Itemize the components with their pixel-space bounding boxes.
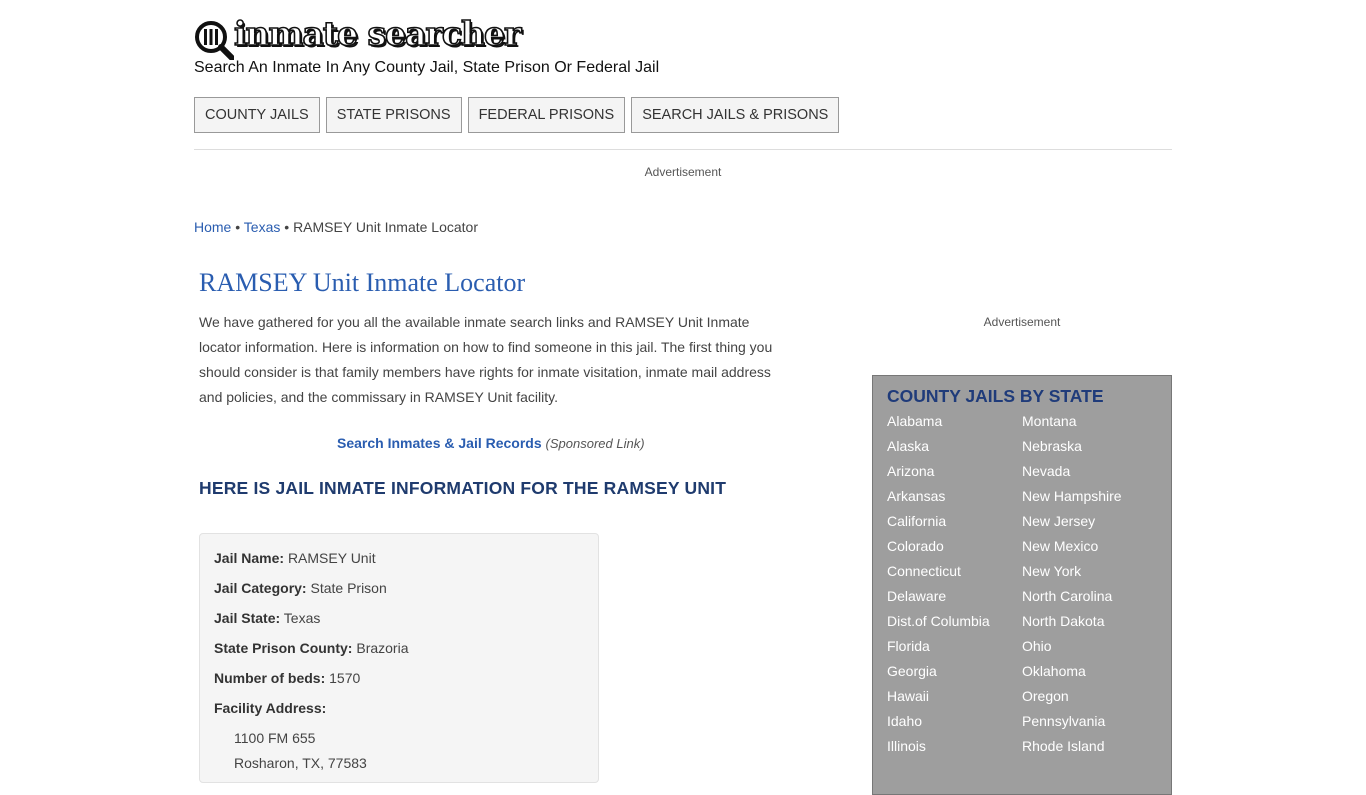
county-row: State Prison County: Brazoria [214,640,584,670]
state-link[interactable]: Montana [1022,413,1157,438]
state-link[interactable]: Delaware [887,588,1022,613]
nav-county-jails[interactable]: COUNTY JAILS [194,97,320,133]
page-title: RAMSEY Unit Inmate Locator [199,268,526,297]
ad-label-top: Advertisement [644,165,722,179]
state-link[interactable]: Pennsylvania [1022,713,1157,738]
intro-paragraph: We have gathered for you all the availab… [199,314,773,405]
jail-name-value: RAMSEY Unit [287,550,376,566]
section-heading: HERE IS JAIL INMATE INFORMATION FOR THE … [199,478,727,498]
state-link[interactable]: North Carolina [1022,588,1157,613]
state-column-2: Montana Nebraska Nevada New Hampshire Ne… [1022,413,1157,763]
breadcrumb: Home • Texas • RAMSEY Unit Inmate Locato… [194,219,478,235]
state-link[interactable]: Oregon [1022,688,1157,713]
address-label-row: Facility Address: [214,700,584,730]
main-nav: COUNTY JAILS STATE PRISONS FEDERAL PRISO… [194,97,840,133]
jail-name-label: Jail Name: [214,550,285,566]
state-link[interactable]: Ohio [1022,638,1157,663]
sidebar-title: COUNTY JAILS BY STATE [887,386,1104,406]
jail-category-label: Jail Category: [214,580,307,596]
nav-state-prisons[interactable]: STATE PRISONS [325,97,462,133]
state-link[interactable]: New York [1022,563,1157,588]
state-link[interactable]: New Hampshire [1022,488,1157,513]
state-link[interactable]: California [887,513,1022,538]
breadcrumb-separator: • [235,219,241,235]
state-list: Alabama Alaska Arizona Arkansas Californ… [887,413,1157,763]
state-link[interactable]: Hawaii [887,688,1022,713]
search-inmates-link[interactable]: Search Inmates & Jail Records [337,435,542,451]
state-link[interactable]: New Jersey [1022,513,1157,538]
address-label: Facility Address: [214,700,327,716]
ad-label-sidebar: Advertisement [983,315,1061,329]
sponsored-link-row: Search Inmates & Jail Records (Sponsored… [337,435,645,451]
state-link[interactable]: Alaska [887,438,1022,463]
site-logo[interactable]: inmate searcher [194,13,522,60]
state-link[interactable]: Oklahoma [1022,663,1157,688]
breadcrumb-current: RAMSEY Unit Inmate Locator [293,219,478,235]
site-tagline: Search An Inmate In Any County Jail, Sta… [194,59,660,76]
nav-federal-prisons[interactable]: FEDERAL PRISONS [467,97,626,133]
county-jails-by-state-panel: COUNTY JAILS BY STATE Alabama Alaska Ari… [872,375,1172,795]
state-link[interactable]: Connecticut [887,563,1022,588]
state-link[interactable]: Florida [887,638,1022,663]
state-link[interactable]: Arizona [887,463,1022,488]
state-link[interactable]: Alabama [887,413,1022,438]
jail-info-box: Jail Name: RAMSEY Unit Jail Category: St… [199,533,599,783]
state-column-1: Alabama Alaska Arizona Arkansas Californ… [887,413,1022,763]
jail-state-row: Jail State: Texas [214,610,584,640]
state-link[interactable]: New Mexico [1022,538,1157,563]
sponsored-note: (Sponsored Link) [545,436,645,451]
jail-state-value: Texas [283,610,321,626]
county-label: State Prison County: [214,640,353,656]
jail-state-label: Jail State: [214,610,281,626]
beds-row: Number of beds: 1570 [214,670,584,700]
address-line-1: 1100 FM 655 [234,730,316,746]
state-link[interactable]: Georgia [887,663,1022,688]
state-link[interactable]: Dist.of Columbia [887,613,1022,638]
state-link[interactable]: Illinois [887,738,1022,763]
breadcrumb-separator: • [284,219,290,235]
state-link[interactable]: Nevada [1022,463,1157,488]
beds-label: Number of beds: [214,670,326,686]
jail-category-row: Jail Category: State Prison [214,580,584,610]
jail-name-row: Jail Name: RAMSEY Unit [214,550,584,580]
state-link[interactable]: Arkansas [887,488,1022,513]
state-link[interactable]: Rhode Island [1022,738,1157,763]
state-link[interactable]: Idaho [887,713,1022,738]
state-link[interactable]: North Dakota [1022,613,1157,638]
breadcrumb-texas[interactable]: Texas [244,219,281,235]
county-value: Brazoria [356,640,409,656]
state-link[interactable]: Colorado [887,538,1022,563]
header-divider [194,149,1172,150]
logo-text: inmate searcher [233,13,522,54]
magnifier-icon [195,21,234,60]
jail-category-value: State Prison [310,580,387,596]
nav-search-jails-prisons[interactable]: SEARCH JAILS & PRISONS [631,97,840,133]
state-link[interactable]: Nebraska [1022,438,1157,463]
breadcrumb-home[interactable]: Home [194,219,231,235]
beds-value: 1570 [329,670,361,686]
